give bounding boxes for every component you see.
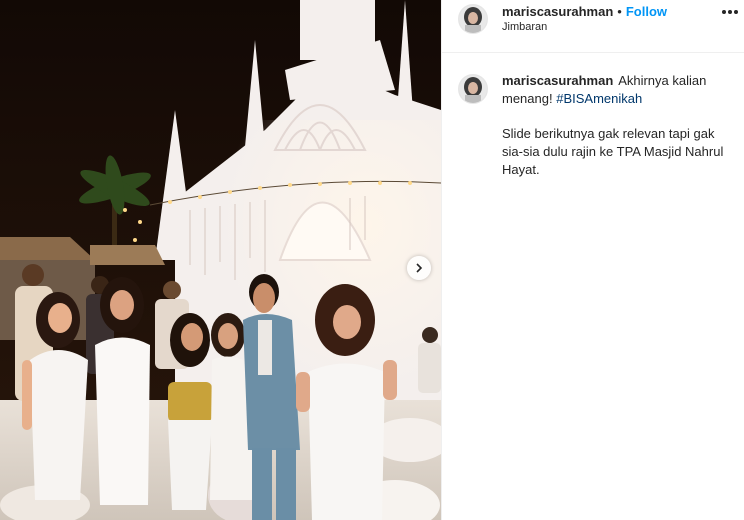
separator-dot: • [617,4,622,19]
post-header: mariscasurahman • Follow Jimbaran [442,0,744,53]
hashtag-link[interactable]: #BISAmenikah [556,91,642,106]
header-line: mariscasurahman • Follow [502,4,667,19]
header-username[interactable]: mariscasurahman [502,4,613,19]
location-link[interactable]: Jimbaran [502,21,547,33]
caption-text: mariscasurahman Akhirnya kalian menang! … [502,72,734,179]
avatar[interactable] [458,4,488,34]
follow-button[interactable]: Follow [626,4,667,19]
caption-avatar[interactable] [458,74,488,104]
more-horizontal-icon [734,10,738,14]
more-horizontal-icon [728,10,732,14]
caption-username[interactable]: mariscasurahman [502,73,613,88]
post-side-panel: mariscasurahman • Follow Jimbaran mariscas… [441,0,744,520]
chevron-right-icon [416,263,423,273]
next-slide-button[interactable] [407,256,431,280]
avatar-image [459,5,487,33]
post-photo-illustration [0,0,441,520]
more-horizontal-icon [722,10,726,14]
more-options-button[interactable] [716,2,744,22]
avatar-image [459,75,487,103]
post-photo[interactable] [0,0,441,520]
caption-body: Slide berikutnya gak relevan tapi gak si… [502,126,724,177]
